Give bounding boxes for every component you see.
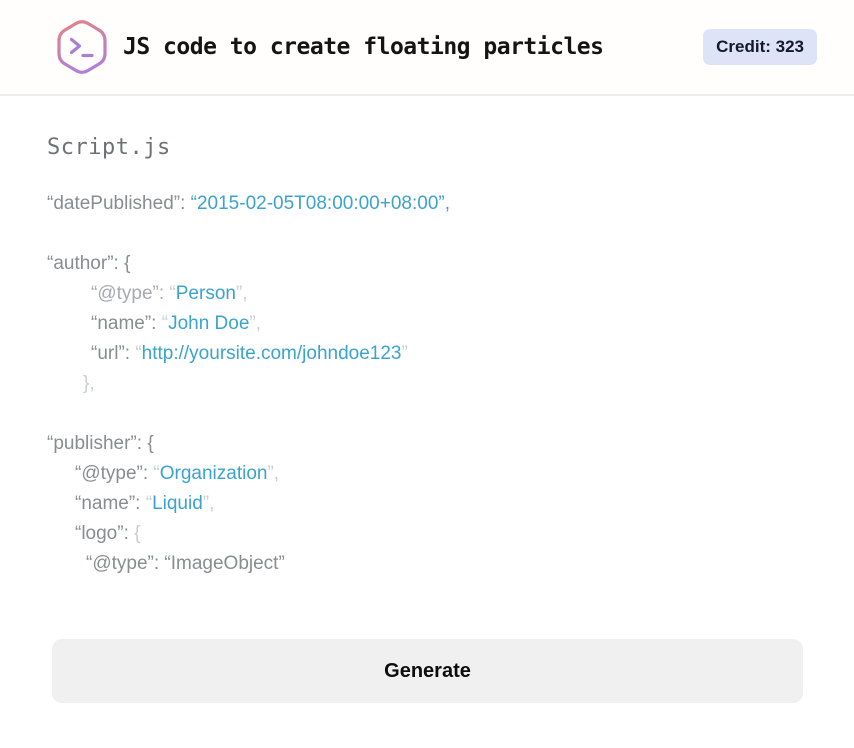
code-token: { bbox=[134, 523, 141, 544]
code-token: “url”: bbox=[91, 343, 136, 364]
code-token: “datePublished”: bbox=[47, 193, 191, 214]
code-line: “name”: “John Doe”, bbox=[47, 309, 808, 339]
code-token: ”, bbox=[202, 493, 215, 514]
code-token: Organization bbox=[159, 463, 268, 484]
code-token: “2015-02-05T08:00:00+08:00”, bbox=[190, 193, 450, 214]
code-token: “publisher”: { bbox=[47, 433, 154, 454]
code-line: “@type”: “ImageObject” bbox=[47, 549, 808, 579]
code-token: Person bbox=[175, 283, 236, 304]
code-token: “name”: bbox=[91, 313, 162, 334]
code-line: “publisher”: { bbox=[47, 429, 808, 459]
page-title: JS code to create floating particles bbox=[123, 34, 604, 60]
footer: Generate bbox=[0, 579, 854, 703]
code-token: ”, bbox=[249, 313, 262, 334]
code-token: “author”: { bbox=[47, 253, 131, 274]
code-line: “author”: { bbox=[47, 249, 808, 279]
code-token: “logo”: bbox=[75, 523, 135, 544]
code-line: }, bbox=[47, 369, 808, 399]
code-token: ”, bbox=[235, 283, 248, 304]
main-content: Script.js “datePublished”: “2015-02-05T0… bbox=[0, 96, 854, 579]
code-token: }, bbox=[83, 373, 95, 394]
code-token: ”, bbox=[267, 463, 280, 484]
code-token: “@type”: “ImageObject” bbox=[86, 553, 285, 574]
file-title: Script.js bbox=[47, 135, 171, 160]
terminal-prompt-hexagon-icon bbox=[55, 18, 109, 76]
code-token: “@type”: bbox=[91, 283, 170, 304]
code-line: “logo”: { bbox=[47, 519, 808, 549]
code-line: “@type”: “Person”, bbox=[47, 279, 808, 309]
credit-badge: Credit: 323 bbox=[703, 29, 817, 65]
code-token: John Doe bbox=[168, 313, 250, 334]
code-token: Liquid bbox=[152, 493, 203, 514]
code-token: http://yoursite.com/johndoe123 bbox=[141, 343, 402, 364]
header: JS code to create floating particles Cre… bbox=[0, 0, 854, 96]
code-line: “url”: “http://yoursite.com/johndoe123” bbox=[47, 339, 808, 369]
code-line: “datePublished”: “2015-02-05T08:00:00+08… bbox=[47, 189, 808, 219]
code-token: ” bbox=[401, 343, 408, 364]
generate-button[interactable]: Generate bbox=[52, 639, 803, 703]
code-line: “name”: “Liquid”, bbox=[47, 489, 808, 519]
code-token: “@type”: bbox=[75, 463, 154, 484]
code-token: “name”: bbox=[75, 493, 146, 514]
code-block: “datePublished”: “2015-02-05T08:00:00+08… bbox=[47, 189, 808, 579]
code-line: “@type”: “Organization”, bbox=[47, 459, 808, 489]
